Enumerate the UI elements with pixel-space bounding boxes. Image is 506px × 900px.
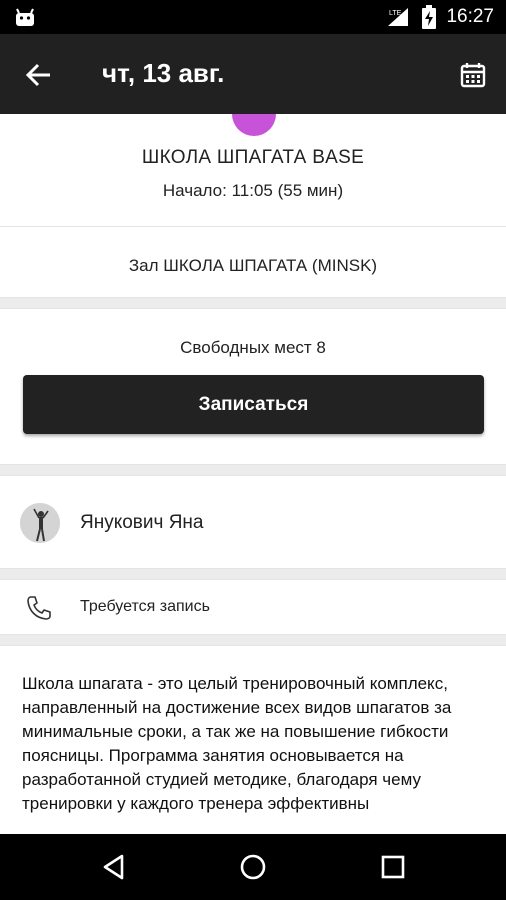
- section-gap: [0, 635, 506, 645]
- class-title: ШКОЛА ШПАГАТА BASE: [141, 147, 365, 168]
- app-bar: чт, 13 авг.: [0, 34, 506, 114]
- signal-icon: LTE: [388, 8, 409, 26]
- page-title: чт, 13 авг.: [102, 58, 225, 88]
- network-label: LTE: [389, 10, 402, 17]
- class-details[interactable]: ШКОЛА ШПАГАТА BASE Начало: 11:05 (55 мин…: [0, 114, 506, 834]
- status-time: 16:27: [446, 6, 494, 27]
- section-gap: [0, 569, 506, 579]
- divider: [0, 226, 506, 227]
- divider: [0, 308, 506, 309]
- divider: [0, 645, 506, 646]
- back-triangle-icon[interactable]: [100, 853, 128, 881]
- trainer-name[interactable]: Янукович Яна: [80, 512, 203, 534]
- phone-icon: [27, 596, 51, 620]
- trainer-avatar[interactable]: [20, 503, 60, 543]
- status-bar: LTE 16:27: [0, 0, 506, 34]
- back-arrow-icon[interactable]: [24, 60, 54, 90]
- class-description: Школа шпагата - это целый тренировочный …: [22, 674, 452, 813]
- class-start-time: Начало: 11:05 (55 мин): [162, 181, 344, 200]
- calendar-icon[interactable]: [460, 62, 486, 88]
- signup-button[interactable]: Записаться: [23, 375, 484, 434]
- trainer-photo-icon: [20, 503, 60, 543]
- android-icon: [16, 8, 34, 26]
- divider: [0, 579, 506, 580]
- divider: [0, 475, 506, 476]
- hall-name: Зал ШКОЛА ШПАГАТА (MINSK): [128, 256, 378, 275]
- home-circle-icon[interactable]: [239, 853, 267, 881]
- system-nav-bar: [0, 834, 506, 900]
- battery-charging-icon: [422, 5, 437, 29]
- class-color-dot: [232, 114, 276, 136]
- section-gap: [0, 465, 506, 475]
- recents-square-icon[interactable]: [379, 853, 407, 881]
- free-seats: Свободных мест 8: [180, 338, 326, 357]
- booking-required-label: Требуется запись: [80, 598, 210, 615]
- section-gap: [0, 298, 506, 308]
